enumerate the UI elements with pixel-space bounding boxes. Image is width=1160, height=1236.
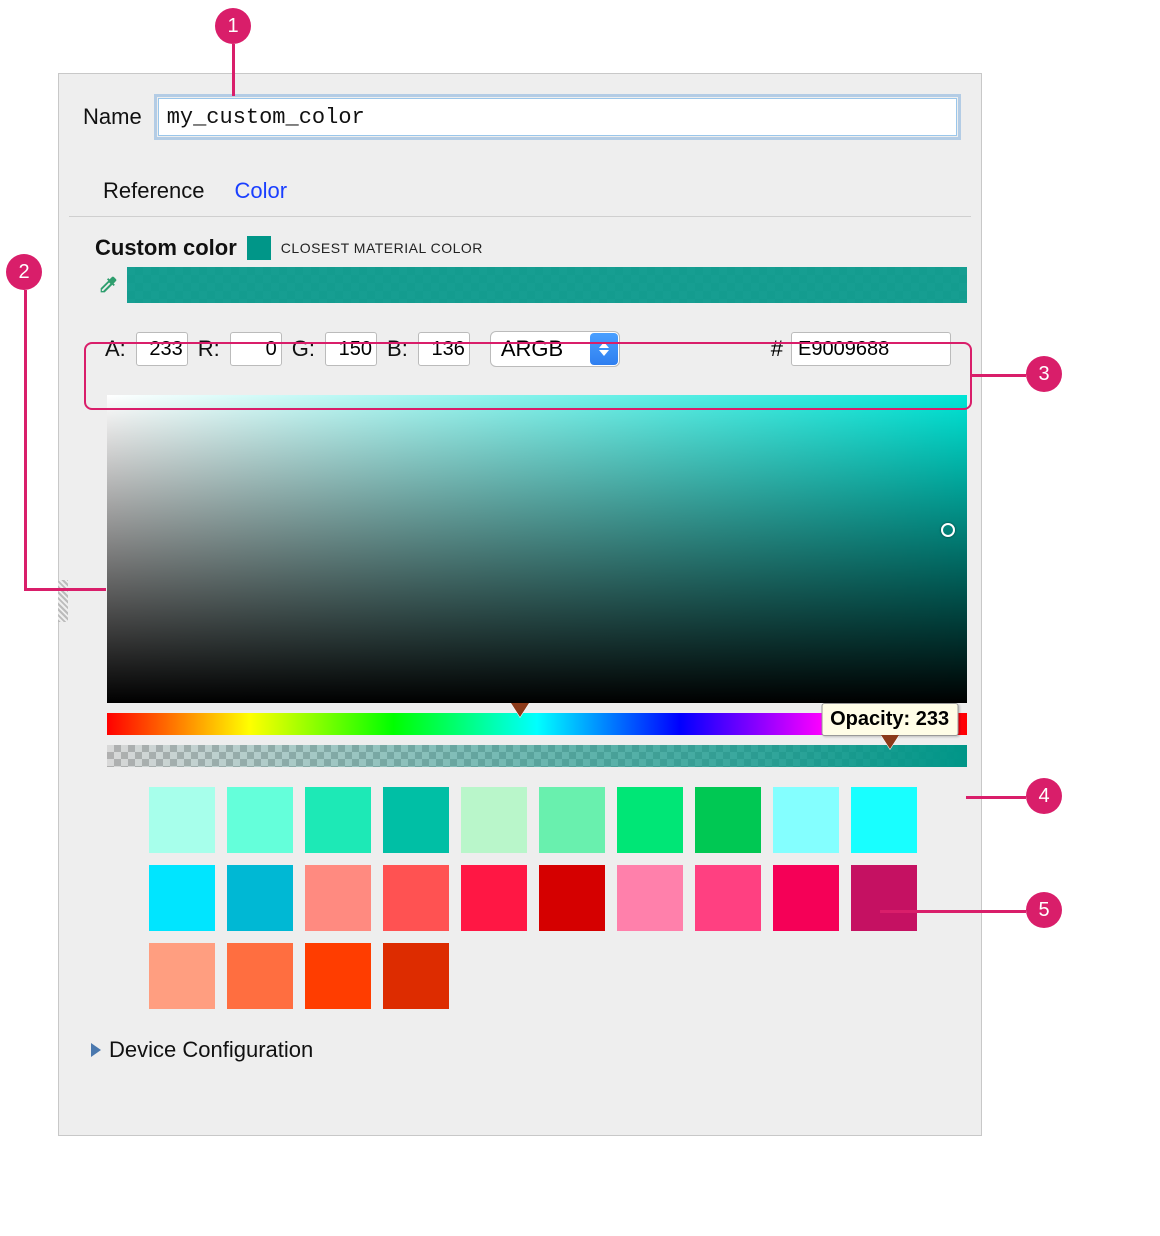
color-preview-bar[interactable] [127, 267, 967, 303]
color-swatch[interactable] [851, 865, 917, 931]
name-row: Name [59, 74, 981, 136]
color-swatch[interactable] [695, 865, 761, 931]
hue-marker-icon[interactable] [511, 703, 529, 717]
color-swatch[interactable] [305, 943, 371, 1009]
color-swatch[interactable] [773, 865, 839, 931]
name-input[interactable] [158, 98, 957, 136]
hex-wrap: # [771, 332, 951, 366]
callout-1: 1 [215, 8, 251, 44]
callout-3-line [972, 374, 1026, 377]
blue-input[interactable] [418, 332, 470, 366]
color-swatch[interactable] [539, 865, 605, 931]
color-swatch[interactable] [227, 865, 293, 931]
closest-swatch [247, 236, 271, 260]
callout-2: 2 [6, 254, 42, 290]
color-mode-wrap [490, 331, 620, 367]
disclosure-triangle-icon [91, 1043, 101, 1057]
green-input[interactable] [325, 332, 377, 366]
callout-5: 5 [1026, 892, 1062, 928]
hex-input[interactable] [791, 332, 951, 366]
color-swatch[interactable] [383, 865, 449, 931]
tab-color[interactable]: Color [235, 178, 288, 204]
hash-label: # [771, 336, 783, 362]
swatch-row-1 [149, 787, 981, 853]
color-swatch[interactable] [305, 787, 371, 853]
closest-material-label: CLOSEST MATERIAL COLOR [281, 240, 483, 256]
callout-4: 4 [1026, 778, 1062, 814]
blue-label: B: [387, 336, 408, 362]
saturation-value-field[interactable] [107, 395, 967, 703]
color-mode-select[interactable] [490, 331, 620, 367]
swatch-row-2 [149, 865, 981, 931]
color-swatch[interactable] [461, 865, 527, 931]
eyedropper-icon[interactable] [95, 272, 121, 298]
color-swatch[interactable] [851, 787, 917, 853]
color-swatch[interactable] [149, 787, 215, 853]
color-swatch[interactable] [227, 943, 293, 1009]
tabs: Reference Color [59, 136, 981, 216]
color-swatch[interactable] [227, 787, 293, 853]
callout-2-line-h [24, 588, 106, 591]
green-label: G: [292, 336, 315, 362]
alpha-label: A: [105, 336, 126, 362]
color-swatch[interactable] [617, 865, 683, 931]
color-swatch[interactable] [539, 787, 605, 853]
swatch-row-3 [149, 943, 981, 1009]
color-swatch[interactable] [149, 943, 215, 1009]
resize-grip-icon[interactable] [58, 580, 68, 622]
color-swatch[interactable] [149, 865, 215, 931]
opacity-marker-icon[interactable] [881, 735, 899, 749]
color-swatch[interactable] [617, 787, 683, 853]
color-swatch[interactable] [383, 943, 449, 1009]
callout-3: 3 [1026, 356, 1062, 392]
custom-color-title: Custom color [95, 235, 237, 261]
device-config-label: Device Configuration [109, 1037, 313, 1063]
callout-2-line-v [24, 290, 27, 590]
callout-4-line [966, 796, 1026, 799]
red-label: R: [198, 336, 220, 362]
opacity-slider[interactable]: Opacity: 233 [107, 745, 967, 767]
tab-reference[interactable]: Reference [103, 178, 205, 204]
preview-row [59, 267, 981, 311]
device-configuration-toggle[interactable]: Device Configuration [59, 1009, 981, 1063]
swatch-grid [149, 787, 981, 1009]
color-swatch[interactable] [461, 787, 527, 853]
argb-row: A: R: G: B: # [89, 317, 967, 381]
color-swatch[interactable] [773, 787, 839, 853]
color-swatch[interactable] [305, 865, 371, 931]
callout-1-line [232, 44, 235, 96]
name-label: Name [83, 104, 142, 130]
color-swatch[interactable] [695, 787, 761, 853]
red-input[interactable] [230, 332, 282, 366]
alpha-input[interactable] [136, 332, 188, 366]
color-picker-panel: Name Reference Color Custom color CLOSES… [58, 73, 982, 1136]
color-swatch[interactable] [383, 787, 449, 853]
callout-5-line [880, 910, 1026, 913]
gradient-cursor[interactable] [941, 523, 955, 537]
opacity-tooltip: Opacity: 233 [821, 703, 958, 736]
custom-color-head: Custom color CLOSEST MATERIAL COLOR [59, 217, 981, 267]
